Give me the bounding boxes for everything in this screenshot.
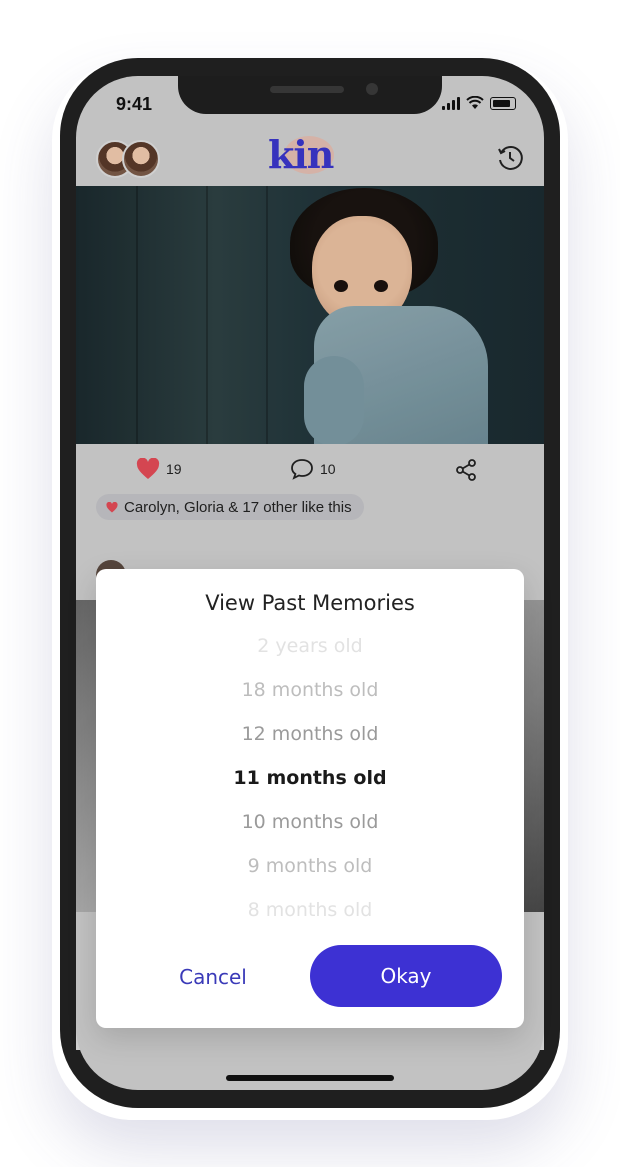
- age-picker[interactable]: 2 years old 18 months old 12 months old …: [96, 625, 524, 925]
- past-memories-modal: View Past Memories 2 years old 18 months…: [96, 569, 524, 1028]
- picker-option[interactable]: 18 months old: [96, 679, 524, 701]
- cancel-button[interactable]: Cancel: [156, 957, 270, 997]
- picker-option[interactable]: 10 months old: [96, 811, 524, 833]
- picker-option[interactable]: 2 years old: [96, 635, 524, 657]
- picker-option[interactable]: 12 months old: [96, 723, 524, 745]
- picker-option[interactable]: 8 months old: [96, 899, 524, 921]
- picker-option[interactable]: 9 months old: [96, 855, 524, 877]
- picker-option-selected[interactable]: 11 months old: [96, 767, 524, 789]
- modal-title: View Past Memories: [205, 591, 415, 615]
- okay-button[interactable]: Okay: [310, 945, 502, 1007]
